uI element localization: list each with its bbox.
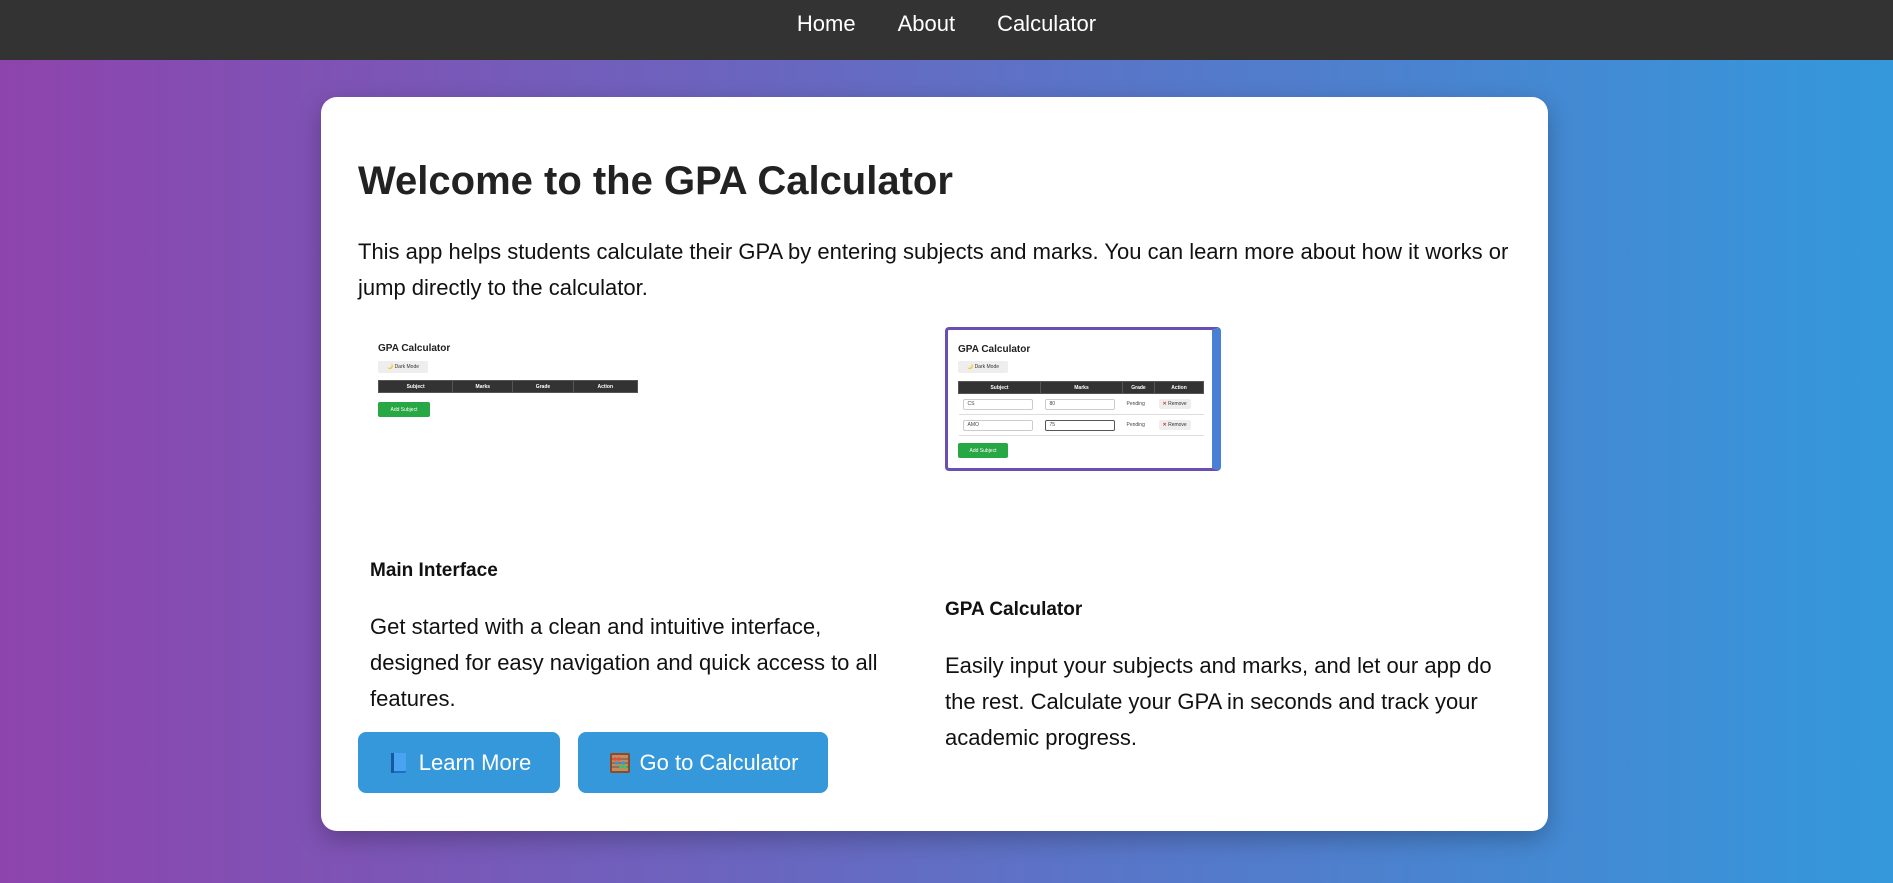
feature-main-interface: GPA Calculator 🌙 Dark Mode Subject Marks…: [358, 327, 898, 711]
nav-about-link[interactable]: About: [898, 11, 956, 37]
screenshot-subject-table: Subject Marks Grade Action CS 80 Pending…: [958, 381, 1204, 436]
nav-calculator-link[interactable]: Calculator: [997, 11, 1096, 37]
feature-heading: GPA Calculator: [945, 599, 1083, 620]
screenshot-app-title: GPA Calculator: [958, 344, 1031, 355]
screenshot-col-action: Action: [1154, 381, 1204, 394]
feature-description: Get started with a clean and intuitive i…: [370, 614, 878, 711]
screenshot-dark-mode-button: 🌙 Dark Mode: [958, 361, 1008, 373]
screenshot-add-subject-button: Add Subject: [958, 443, 1008, 458]
screenshot-subject-table: Subject Marks Grade Action: [377, 380, 639, 393]
screenshot-remove-button: ✕ Remove: [1158, 399, 1191, 409]
go-to-calculator-label: Go to Calculator: [639, 749, 799, 775]
screenshot-subject-input: CS: [962, 398, 1033, 410]
screenshot-dark-mode-button: 🌙 Dark Mode: [378, 361, 428, 373]
feature-heading: Main Interface: [370, 560, 498, 581]
learn-more-button[interactable]: Learn More: [358, 732, 560, 793]
page-title: Welcome to the GPA Calculator: [358, 159, 953, 203]
top-navbar: Home About Calculator: [0, 0, 1893, 60]
main-interface-screenshot: GPA Calculator 🌙 Dark Mode Subject Marks…: [358, 327, 639, 472]
close-icon: ✕: [1162, 422, 1167, 428]
feature-gpa-calculator: GPA Calculator 🌙 Dark Mode Subject Marks…: [945, 327, 1505, 750]
screenshot-col-action: Action: [572, 380, 639, 393]
welcome-card: Welcome to the GPA Calculator This app h…: [321, 97, 1548, 831]
screenshot-table-row: CS 80 Pending ✕ Remove: [958, 393, 1204, 415]
close-icon: ✕: [1162, 401, 1167, 407]
screenshot-col-subject: Subject: [377, 380, 454, 393]
screenshot-col-grade: Grade: [1122, 381, 1155, 394]
screenshot-marks-input: 80: [1044, 398, 1115, 410]
go-to-calculator-button[interactable]: Go to Calculator: [578, 732, 828, 793]
screenshot-remove-button: ✕ Remove: [1158, 420, 1191, 430]
feature-description: Easily input your subjects and marks, an…: [945, 653, 1492, 750]
screenshot-grade-cell: Pending: [1122, 414, 1155, 436]
learn-more-label: Learn More: [418, 749, 532, 775]
screenshot-subject-input: AMO: [962, 419, 1033, 431]
screenshot-grade-cell: Pending: [1122, 393, 1155, 415]
intro-paragraph: This app helps students calculate their …: [358, 239, 1509, 300]
screenshot-col-subject: Subject: [958, 381, 1041, 394]
screenshot-col-marks: Marks: [1040, 381, 1123, 394]
screenshot-table-row: AMO 75 Pending ✕ Remove: [958, 414, 1204, 436]
screenshot-remove-label: Remove: [1168, 401, 1187, 407]
screenshot-marks-input: 75: [1044, 419, 1115, 431]
screenshot-add-subject-button: Add Subject: [378, 402, 430, 417]
nav-home-link[interactable]: Home: [797, 11, 856, 37]
abacus-icon: [608, 751, 632, 775]
screenshot-remove-label: Remove: [1168, 422, 1187, 428]
blue-book-icon: [387, 751, 411, 775]
screenshot-app-title: GPA Calculator: [378, 343, 451, 354]
gpa-calculator-screenshot: GPA Calculator 🌙 Dark Mode Subject Marks…: [945, 327, 1221, 471]
screenshot-col-grade: Grade: [512, 380, 574, 393]
screenshot-col-marks: Marks: [452, 380, 514, 393]
